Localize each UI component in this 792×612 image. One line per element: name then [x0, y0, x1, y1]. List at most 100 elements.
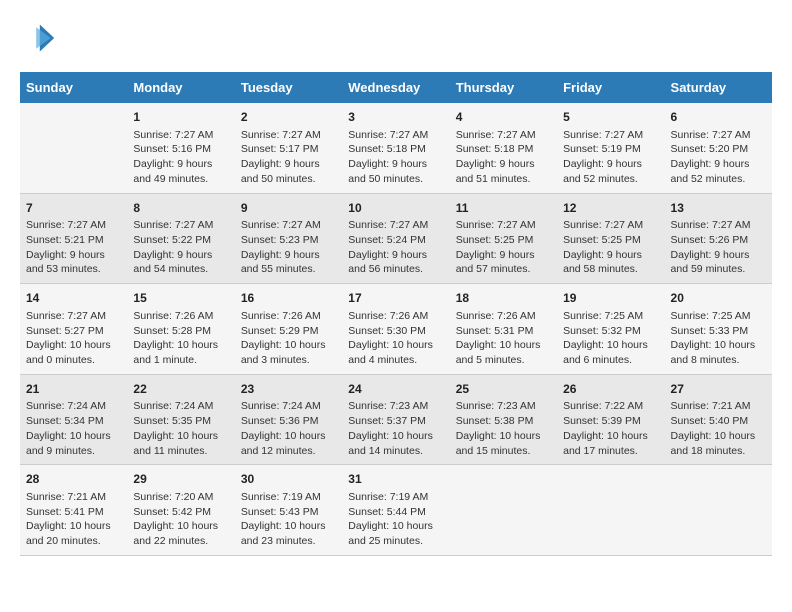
sunset-info: Sunset: 5:25 PM	[563, 233, 658, 248]
calendar-week-row: 28 Sunrise: 7:21 AM Sunset: 5:41 PM Dayl…	[20, 465, 772, 556]
sunrise-info: Sunrise: 7:25 AM	[563, 309, 658, 324]
daylight-info: Daylight: 10 hours and 17 minutes.	[563, 429, 658, 458]
day-number: 19	[563, 290, 658, 307]
sunrise-info: Sunrise: 7:19 AM	[348, 490, 443, 505]
calendar-week-row: 1 Sunrise: 7:27 AM Sunset: 5:16 PM Dayli…	[20, 103, 772, 193]
sunset-info: Sunset: 5:36 PM	[241, 414, 336, 429]
sunrise-info: Sunrise: 7:20 AM	[133, 490, 228, 505]
sunrise-info: Sunrise: 7:27 AM	[671, 128, 766, 143]
weekday-header: Thursday	[450, 72, 557, 103]
day-number: 25	[456, 381, 551, 398]
day-number: 20	[671, 290, 766, 307]
calendar-cell: 31 Sunrise: 7:19 AM Sunset: 5:44 PM Dayl…	[342, 465, 449, 556]
daylight-info: Daylight: 9 hours and 53 minutes.	[26, 248, 121, 277]
calendar-cell: 1 Sunrise: 7:27 AM Sunset: 5:16 PM Dayli…	[127, 103, 234, 193]
calendar-cell: 27 Sunrise: 7:21 AM Sunset: 5:40 PM Dayl…	[665, 374, 772, 465]
daylight-info: Daylight: 10 hours and 20 minutes.	[26, 519, 121, 548]
sunset-info: Sunset: 5:21 PM	[26, 233, 121, 248]
calendar-cell: 3 Sunrise: 7:27 AM Sunset: 5:18 PM Dayli…	[342, 103, 449, 193]
weekday-header: Wednesday	[342, 72, 449, 103]
calendar-cell: 4 Sunrise: 7:27 AM Sunset: 5:18 PM Dayli…	[450, 103, 557, 193]
day-number: 9	[241, 200, 336, 217]
page-header	[20, 20, 772, 56]
sunrise-info: Sunrise: 7:25 AM	[671, 309, 766, 324]
day-number: 5	[563, 109, 658, 126]
daylight-info: Daylight: 10 hours and 3 minutes.	[241, 338, 336, 367]
sunrise-info: Sunrise: 7:24 AM	[26, 399, 121, 414]
logo-icon	[20, 20, 56, 56]
daylight-info: Daylight: 10 hours and 6 minutes.	[563, 338, 658, 367]
daylight-info: Daylight: 10 hours and 9 minutes.	[26, 429, 121, 458]
day-number: 11	[456, 200, 551, 217]
sunset-info: Sunset: 5:28 PM	[133, 324, 228, 339]
day-number: 18	[456, 290, 551, 307]
calendar-cell: 11 Sunrise: 7:27 AM Sunset: 5:25 PM Dayl…	[450, 193, 557, 284]
weekday-header: Sunday	[20, 72, 127, 103]
sunset-info: Sunset: 5:32 PM	[563, 324, 658, 339]
sunset-info: Sunset: 5:30 PM	[348, 324, 443, 339]
sunset-info: Sunset: 5:24 PM	[348, 233, 443, 248]
sunrise-info: Sunrise: 7:26 AM	[348, 309, 443, 324]
sunset-info: Sunset: 5:27 PM	[26, 324, 121, 339]
calendar-cell: 10 Sunrise: 7:27 AM Sunset: 5:24 PM Dayl…	[342, 193, 449, 284]
calendar-week-row: 21 Sunrise: 7:24 AM Sunset: 5:34 PM Dayl…	[20, 374, 772, 465]
day-number: 30	[241, 471, 336, 488]
calendar-cell: 9 Sunrise: 7:27 AM Sunset: 5:23 PM Dayli…	[235, 193, 342, 284]
sunrise-info: Sunrise: 7:27 AM	[671, 218, 766, 233]
sunset-info: Sunset: 5:16 PM	[133, 142, 228, 157]
sunset-info: Sunset: 5:38 PM	[456, 414, 551, 429]
calendar-week-row: 14 Sunrise: 7:27 AM Sunset: 5:27 PM Dayl…	[20, 284, 772, 375]
day-number: 16	[241, 290, 336, 307]
sunrise-info: Sunrise: 7:21 AM	[671, 399, 766, 414]
day-number: 7	[26, 200, 121, 217]
daylight-info: Daylight: 10 hours and 23 minutes.	[241, 519, 336, 548]
calendar-cell: 15 Sunrise: 7:26 AM Sunset: 5:28 PM Dayl…	[127, 284, 234, 375]
day-number: 24	[348, 381, 443, 398]
calendar-cell: 12 Sunrise: 7:27 AM Sunset: 5:25 PM Dayl…	[557, 193, 664, 284]
sunset-info: Sunset: 5:35 PM	[133, 414, 228, 429]
calendar-cell: 19 Sunrise: 7:25 AM Sunset: 5:32 PM Dayl…	[557, 284, 664, 375]
day-number: 27	[671, 381, 766, 398]
sunrise-info: Sunrise: 7:24 AM	[133, 399, 228, 414]
weekday-header: Monday	[127, 72, 234, 103]
daylight-info: Daylight: 10 hours and 25 minutes.	[348, 519, 443, 548]
sunrise-info: Sunrise: 7:23 AM	[456, 399, 551, 414]
day-number: 1	[133, 109, 228, 126]
day-number: 15	[133, 290, 228, 307]
calendar-cell: 22 Sunrise: 7:24 AM Sunset: 5:35 PM Dayl…	[127, 374, 234, 465]
calendar-cell	[665, 465, 772, 556]
calendar-week-row: 7 Sunrise: 7:27 AM Sunset: 5:21 PM Dayli…	[20, 193, 772, 284]
sunrise-info: Sunrise: 7:26 AM	[456, 309, 551, 324]
day-number: 10	[348, 200, 443, 217]
calendar-cell: 2 Sunrise: 7:27 AM Sunset: 5:17 PM Dayli…	[235, 103, 342, 193]
daylight-info: Daylight: 10 hours and 5 minutes.	[456, 338, 551, 367]
calendar-cell: 21 Sunrise: 7:24 AM Sunset: 5:34 PM Dayl…	[20, 374, 127, 465]
sunrise-info: Sunrise: 7:27 AM	[133, 128, 228, 143]
sunrise-info: Sunrise: 7:21 AM	[26, 490, 121, 505]
calendar-cell	[20, 103, 127, 193]
sunrise-info: Sunrise: 7:27 AM	[348, 218, 443, 233]
daylight-info: Daylight: 10 hours and 14 minutes.	[348, 429, 443, 458]
sunrise-info: Sunrise: 7:27 AM	[133, 218, 228, 233]
calendar-cell: 7 Sunrise: 7:27 AM Sunset: 5:21 PM Dayli…	[20, 193, 127, 284]
daylight-info: Daylight: 9 hours and 51 minutes.	[456, 157, 551, 186]
sunrise-info: Sunrise: 7:26 AM	[241, 309, 336, 324]
day-number: 4	[456, 109, 551, 126]
daylight-info: Daylight: 9 hours and 55 minutes.	[241, 248, 336, 277]
sunset-info: Sunset: 5:23 PM	[241, 233, 336, 248]
logo	[20, 20, 60, 56]
weekday-header: Friday	[557, 72, 664, 103]
sunset-info: Sunset: 5:39 PM	[563, 414, 658, 429]
daylight-info: Daylight: 9 hours and 52 minutes.	[671, 157, 766, 186]
daylight-info: Daylight: 10 hours and 22 minutes.	[133, 519, 228, 548]
day-number: 13	[671, 200, 766, 217]
sunset-info: Sunset: 5:17 PM	[241, 142, 336, 157]
sunrise-info: Sunrise: 7:27 AM	[241, 218, 336, 233]
sunset-info: Sunset: 5:18 PM	[456, 142, 551, 157]
daylight-info: Daylight: 10 hours and 15 minutes.	[456, 429, 551, 458]
daylight-info: Daylight: 9 hours and 57 minutes.	[456, 248, 551, 277]
weekday-header: Tuesday	[235, 72, 342, 103]
calendar-cell	[557, 465, 664, 556]
sunset-info: Sunset: 5:43 PM	[241, 505, 336, 520]
sunset-info: Sunset: 5:25 PM	[456, 233, 551, 248]
